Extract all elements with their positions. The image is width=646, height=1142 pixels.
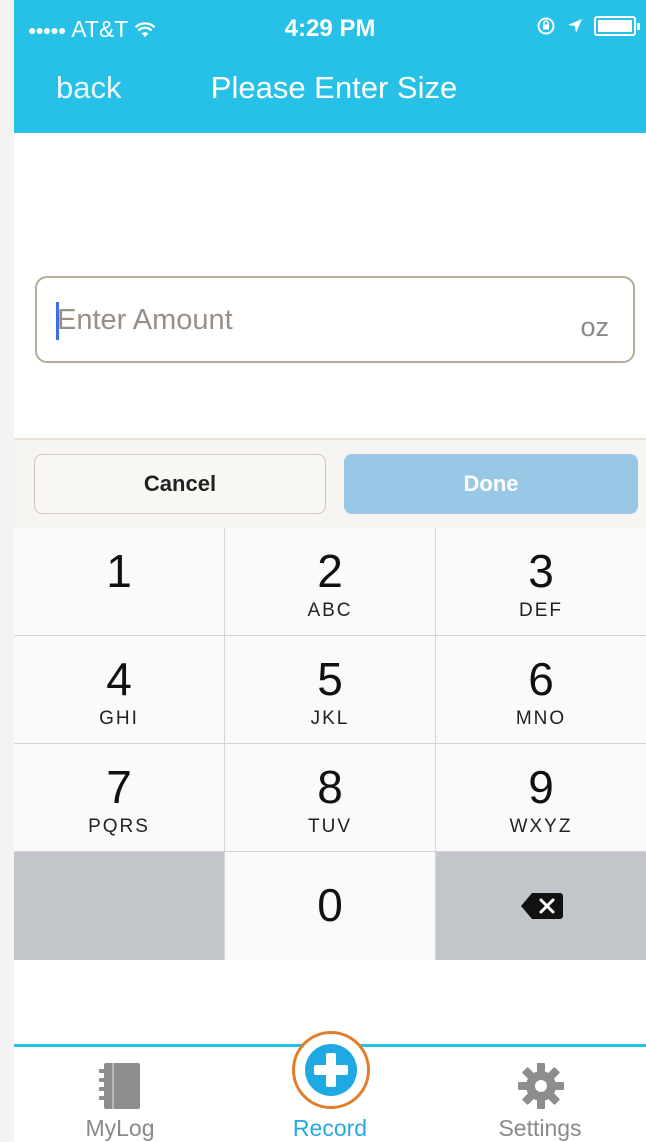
orientation-lock-icon xyxy=(537,17,555,35)
amount-field[interactable]: oz xyxy=(35,276,635,363)
tab-settings[interactable]: Settings xyxy=(440,1047,640,1142)
key-2[interactable]: 2 ABC xyxy=(225,528,435,635)
key-letters: JKL xyxy=(310,708,350,729)
tab-mylog[interactable]: MyLog xyxy=(20,1047,220,1142)
key-digit: 4 xyxy=(106,653,132,705)
battery-icon xyxy=(594,16,640,36)
key-0[interactable]: 0 xyxy=(225,852,435,960)
status-bar: ●●●●● AT&T 4:29 PM xyxy=(14,0,646,62)
blank-key xyxy=(14,852,224,960)
location-arrow-icon xyxy=(568,19,582,33)
tab-label: Settings xyxy=(498,1115,582,1141)
tab-label: MyLog xyxy=(85,1115,155,1141)
record-button[interactable] xyxy=(292,1031,370,1109)
amount-input[interactable] xyxy=(55,294,559,346)
done-button[interactable]: Done xyxy=(344,454,638,514)
key-digit: 5 xyxy=(317,653,343,705)
key-letters: GHI xyxy=(99,708,139,729)
keyboard-toolbar: Cancel Done xyxy=(14,440,646,528)
numeric-keyboard: Cancel Done 1 2 ABC 3 DEF 4 GHI 5 JKL 6 … xyxy=(14,438,646,960)
key-4[interactable]: 4 GHI xyxy=(14,636,224,743)
key-9[interactable]: 9 WXYZ xyxy=(436,744,646,851)
key-digit: 7 xyxy=(106,761,132,813)
key-6[interactable]: 6 MNO xyxy=(436,636,646,743)
key-letters: WXYZ xyxy=(509,816,573,837)
key-letters: PQRS xyxy=(88,816,150,837)
app-screen: ●●●●● AT&T 4:29 PM back Please Enter Siz… xyxy=(14,0,646,1142)
page-title: Please Enter Size xyxy=(210,70,458,105)
key-3[interactable]: 3 DEF xyxy=(436,528,646,635)
key-digit: 9 xyxy=(528,761,554,813)
key-digit: 6 xyxy=(528,653,554,705)
notebook-icon xyxy=(99,1063,140,1109)
key-letters: MNO xyxy=(515,708,567,729)
key-digit: 8 xyxy=(317,761,343,813)
key-digit: 1 xyxy=(106,545,132,597)
top-bar: ●●●●● AT&T 4:29 PM back Please Enter Siz… xyxy=(14,0,646,133)
key-1[interactable]: 1 xyxy=(14,528,224,635)
key-digit: 0 xyxy=(317,879,343,931)
key-5[interactable]: 5 JKL xyxy=(225,636,435,743)
key-letters: TUV xyxy=(308,816,352,837)
key-letters: ABC xyxy=(307,600,353,621)
plus-icon xyxy=(305,1044,357,1096)
delete-key[interactable] xyxy=(436,852,646,960)
key-digit: 3 xyxy=(528,545,554,597)
unit-label: oz xyxy=(580,312,609,342)
key-8[interactable]: 8 TUV xyxy=(225,744,435,851)
tab-label: Record xyxy=(292,1115,368,1141)
status-icons xyxy=(536,16,640,36)
key-letters: DEF xyxy=(519,600,563,621)
key-7[interactable]: 7 PQRS xyxy=(14,744,224,851)
key-digit: 2 xyxy=(317,545,343,597)
gear-icon xyxy=(518,1063,564,1109)
keypad: 1 2 ABC 3 DEF 4 GHI 5 JKL 6 MNO 7 PQRS 8… xyxy=(14,528,646,960)
cancel-button[interactable]: Cancel xyxy=(34,454,326,514)
backspace-icon xyxy=(521,893,563,919)
